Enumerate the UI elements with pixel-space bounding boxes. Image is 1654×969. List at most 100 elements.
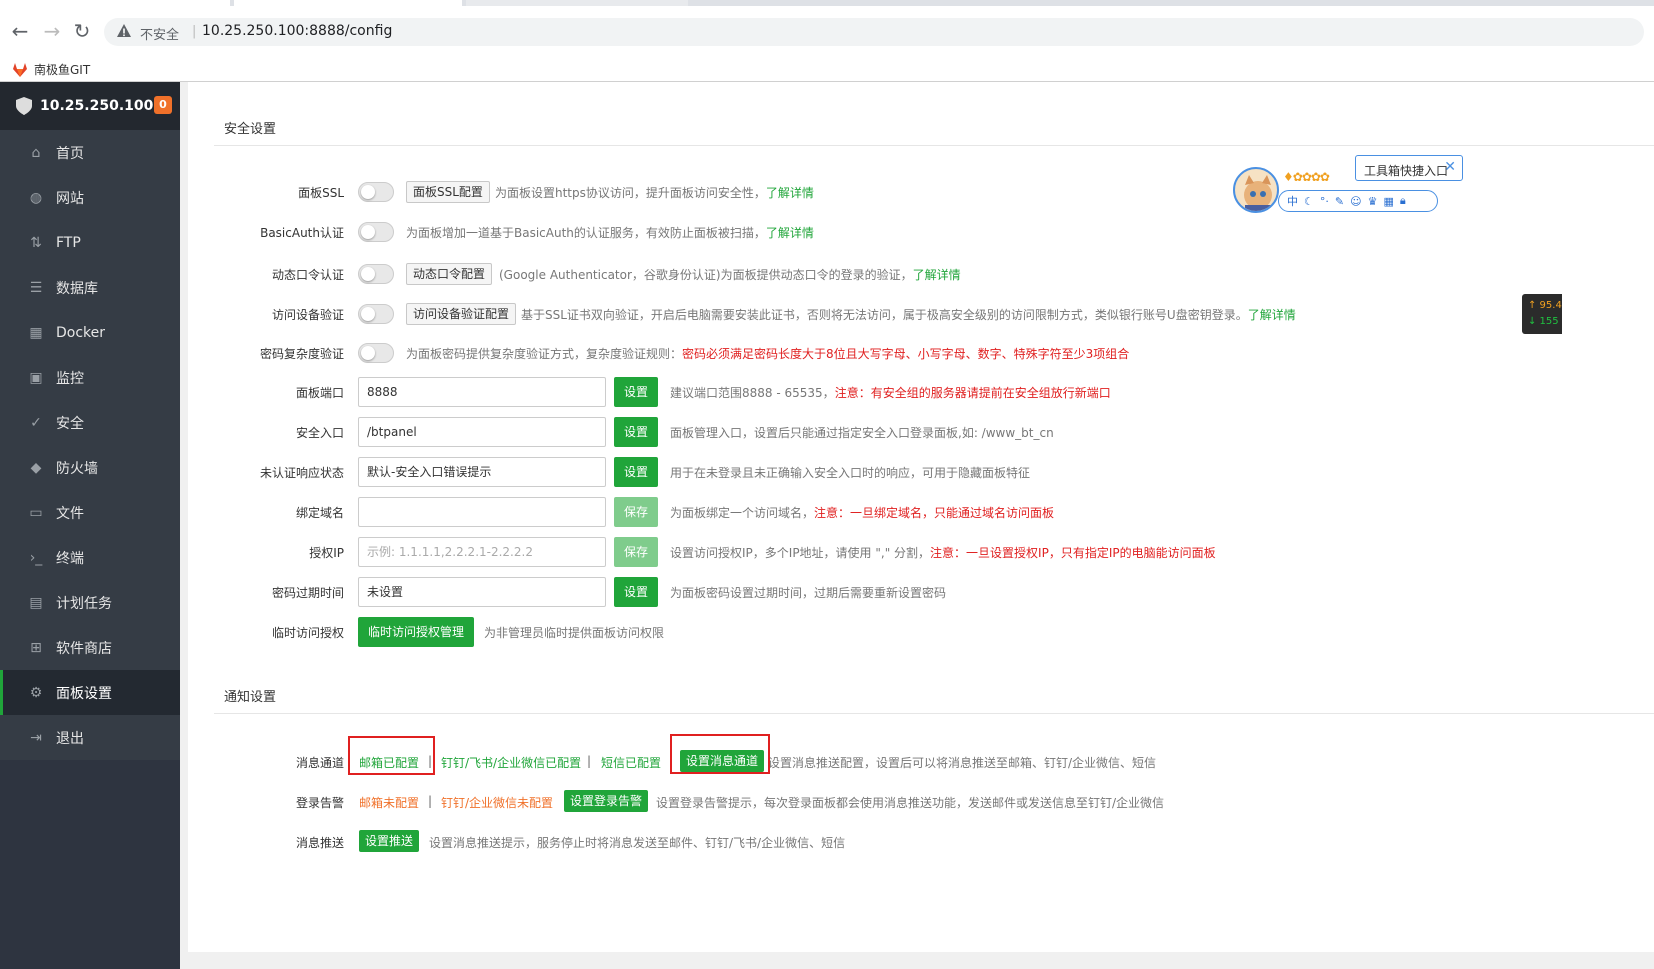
grid-icon[interactable]: ▦ — [1383, 195, 1393, 208]
sidebar-item-files[interactable]: ▭ 文件 — [0, 490, 180, 535]
unauth-select[interactable]: 默认-安全入口错误提示 — [358, 457, 606, 487]
security-status[interactable]: 不安全 — [140, 24, 179, 43]
sidebar-item-database[interactable]: ☰ 数据库 — [0, 265, 180, 310]
url-text[interactable]: 10.25.250.100:8888/config — [202, 23, 392, 39]
device-toggle[interactable] — [358, 304, 394, 324]
gear-icon: ⚙ — [29, 684, 43, 701]
otp-config-button[interactable]: 动态口令配置 — [406, 263, 493, 285]
row-password-expire: 密码过期时间 未设置 设置 为面板密码设置过期时间，过期后需要重新设置密码 — [188, 575, 1654, 609]
shirt-icon[interactable]: ♛ — [1368, 195, 1378, 208]
auth-ip-input[interactable]: 示例: 1.1.1.1,2.2.2.1-2.2.2.2 — [358, 537, 606, 567]
entry-input[interactable]: /btpanel — [358, 417, 606, 447]
field-description: 设置消息推送配置，设置后可以将消息推送至邮箱、钉钉/企业微信、短信 — [768, 756, 1157, 770]
sidebar-item-home[interactable]: ⌂ 首页 — [0, 130, 180, 175]
separator: | — [428, 794, 433, 808]
otp-toggle[interactable] — [358, 264, 394, 284]
avatar[interactable] — [1233, 167, 1279, 213]
field-label: 访问设备验证 — [271, 308, 344, 322]
ip-save-button[interactable]: 保存 — [614, 537, 658, 567]
sidebar-item-security[interactable]: ✓ 安全 — [0, 400, 180, 445]
sidebar-item-label: Docker — [56, 324, 106, 341]
close-icon[interactable]: ✕ — [1444, 159, 1456, 175]
ime-toolbar[interactable]: 中 ☾ °· ✎ ☺ ♛ ▦ 🔒︎ — [1278, 190, 1438, 212]
dingtalk-configured-link[interactable]: 钉钉/飞书/企业微信已配置 — [441, 754, 581, 771]
ssl-config-button[interactable]: 面板SSL配置 — [406, 181, 490, 203]
wrench-icon[interactable]: ✎ — [1335, 195, 1344, 208]
field-description: 为面板增加一道基于BasicAuth的认证服务，有效防止面板被扫描，了解详情 — [406, 226, 814, 240]
temp-access-button[interactable]: 临时访问授权管理 — [358, 617, 475, 647]
basicauth-toggle[interactable] — [358, 222, 394, 242]
port-set-button[interactable]: 设置 — [614, 377, 658, 407]
set-push-button[interactable]: 设置推送 — [359, 830, 420, 852]
punct-icon[interactable]: °· — [1320, 195, 1329, 208]
sidebar-item-cron[interactable]: ▤ 计划任务 — [0, 580, 180, 625]
ime-chinese-label[interactable]: 中 — [1287, 193, 1298, 209]
field-label: 面板SSL — [298, 186, 344, 200]
sidebar-menu: ⌂ 首页 ◍ 网站 ⇅ FTP ☰ 数据库 ▦ Docker ▣ 监控 ✓ 安全 ◆ 防火墙 ▭… — [0, 130, 180, 760]
toolbox-popup[interactable]: 工具箱快捷入口 ✕ — [1355, 155, 1463, 181]
apps-icon: ⊞ — [30, 639, 42, 656]
back-icon[interactable]: ← — [8, 19, 32, 43]
sidebar-item-label: 网站 — [56, 190, 84, 207]
monitor-icon: ▣ — [29, 369, 43, 386]
field-description: 设置访问授权IP，多个IP地址，请使用 "," 分割，注意：一旦设置授权IP，只… — [670, 546, 1216, 560]
firewall-icon: ◆ — [30, 459, 42, 476]
address-separator: | — [192, 24, 197, 39]
reload-icon[interactable]: ↻ — [70, 19, 94, 43]
field-description: 为面板绑定一个访问域名，注意：一旦绑定域名，只能通过域名访问面板 — [670, 506, 1055, 520]
field-description: (Google Authenticator，谷歌身份认证)为面板提供动态口令的登… — [499, 268, 961, 282]
sidebar-item-logout[interactable]: ⇥ 退出 — [0, 715, 180, 760]
port-input[interactable]: 8888 — [358, 377, 606, 407]
sidebar-item-label: 首页 — [56, 145, 84, 162]
separator: | — [587, 754, 592, 768]
sidebar-item-label: 计划任务 — [56, 595, 112, 612]
sidebar-item-label: 终端 — [56, 550, 84, 567]
field-label: 登录告警 — [295, 796, 344, 810]
divider — [214, 145, 1654, 146]
bookmark-item[interactable]: 南极鱼GIT — [12, 61, 90, 78]
docker-icon: ▦ — [29, 324, 43, 341]
lock-icon[interactable]: 🔒︎ — [1400, 194, 1406, 208]
sidebar-item-firewall[interactable]: ◆ 防火墙 — [0, 445, 180, 490]
moon-icon[interactable]: ☾ — [1304, 195, 1314, 208]
field-label: 安全入口 — [295, 426, 344, 440]
expire-set-button[interactable]: 设置 — [614, 577, 658, 607]
toolbox-label: 工具箱快捷入口 — [1364, 164, 1449, 178]
learn-more-link[interactable]: 了解详情 — [913, 268, 961, 282]
host-label: 10.25.250.100 — [40, 98, 154, 114]
ftp-icon: ⇅ — [30, 234, 42, 251]
device-config-button[interactable]: 访问设备验证配置 — [406, 303, 517, 325]
expire-input[interactable]: 未设置 — [358, 577, 606, 607]
row-basicauth: BasicAuth认证 为面板增加一道基于BasicAuth的认证服务，有效防止… — [188, 215, 1654, 249]
sidebar-item-docker[interactable]: ▦ Docker — [0, 310, 180, 355]
sidebar-item-settings[interactable]: ⚙ 面板设置 — [0, 670, 180, 715]
row-security-entry: 安全入口 /btpanel 设置 面板管理入口，设置后只能通过指定安全入口登录面… — [188, 415, 1654, 449]
bookmark-label: 南极鱼GIT — [34, 63, 91, 77]
mail-unconfigured-link[interactable]: 邮箱未配置 — [359, 794, 419, 811]
field-description: 设置消息推送提示，服务停止时将消息发送至邮件、钉钉/飞书/企业微信、短信 — [429, 836, 846, 850]
dingtalk-unconfigured-link[interactable]: 钉钉/企业微信未配置 — [441, 794, 553, 811]
sidebar-item-website[interactable]: ◍ 网站 — [0, 175, 180, 220]
domain-save-button[interactable]: 保存 — [614, 497, 658, 527]
sidebar-item-label: 防火墙 — [56, 460, 98, 477]
ssl-toggle[interactable] — [358, 182, 394, 202]
notification-badge[interactable]: 0 — [154, 96, 172, 114]
sidebar-item-store[interactable]: ⊞ 软件商店 — [0, 625, 180, 670]
domain-input[interactable] — [358, 497, 606, 527]
set-login-alert-button[interactable]: 设置登录告警 — [564, 790, 649, 812]
unauth-set-button[interactable]: 设置 — [614, 457, 658, 487]
sidebar-item-monitor[interactable]: ▣ 监控 — [0, 355, 180, 400]
gitlab-icon — [13, 62, 27, 77]
learn-more-link[interactable]: 了解详情 — [766, 226, 814, 240]
address-bar[interactable]: 不安全 | 10.25.250.100:8888/config — [104, 18, 1644, 46]
learn-more-link[interactable]: 了解详情 — [1248, 308, 1296, 322]
sms-configured-link[interactable]: 短信已配置 — [601, 754, 661, 771]
entry-set-button[interactable]: 设置 — [614, 417, 658, 447]
sidebar-item-terminal[interactable]: ›_ 终端 — [0, 535, 180, 580]
learn-more-link[interactable]: 了解详情 — [766, 186, 814, 200]
sidebar-item-ftp[interactable]: ⇅ FTP — [0, 220, 180, 265]
field-label: 绑定域名 — [295, 506, 344, 520]
pwdcomplex-toggle[interactable] — [358, 343, 394, 363]
smile-icon[interactable]: ☺ — [1350, 195, 1361, 208]
forward-icon[interactable]: → — [40, 19, 64, 43]
